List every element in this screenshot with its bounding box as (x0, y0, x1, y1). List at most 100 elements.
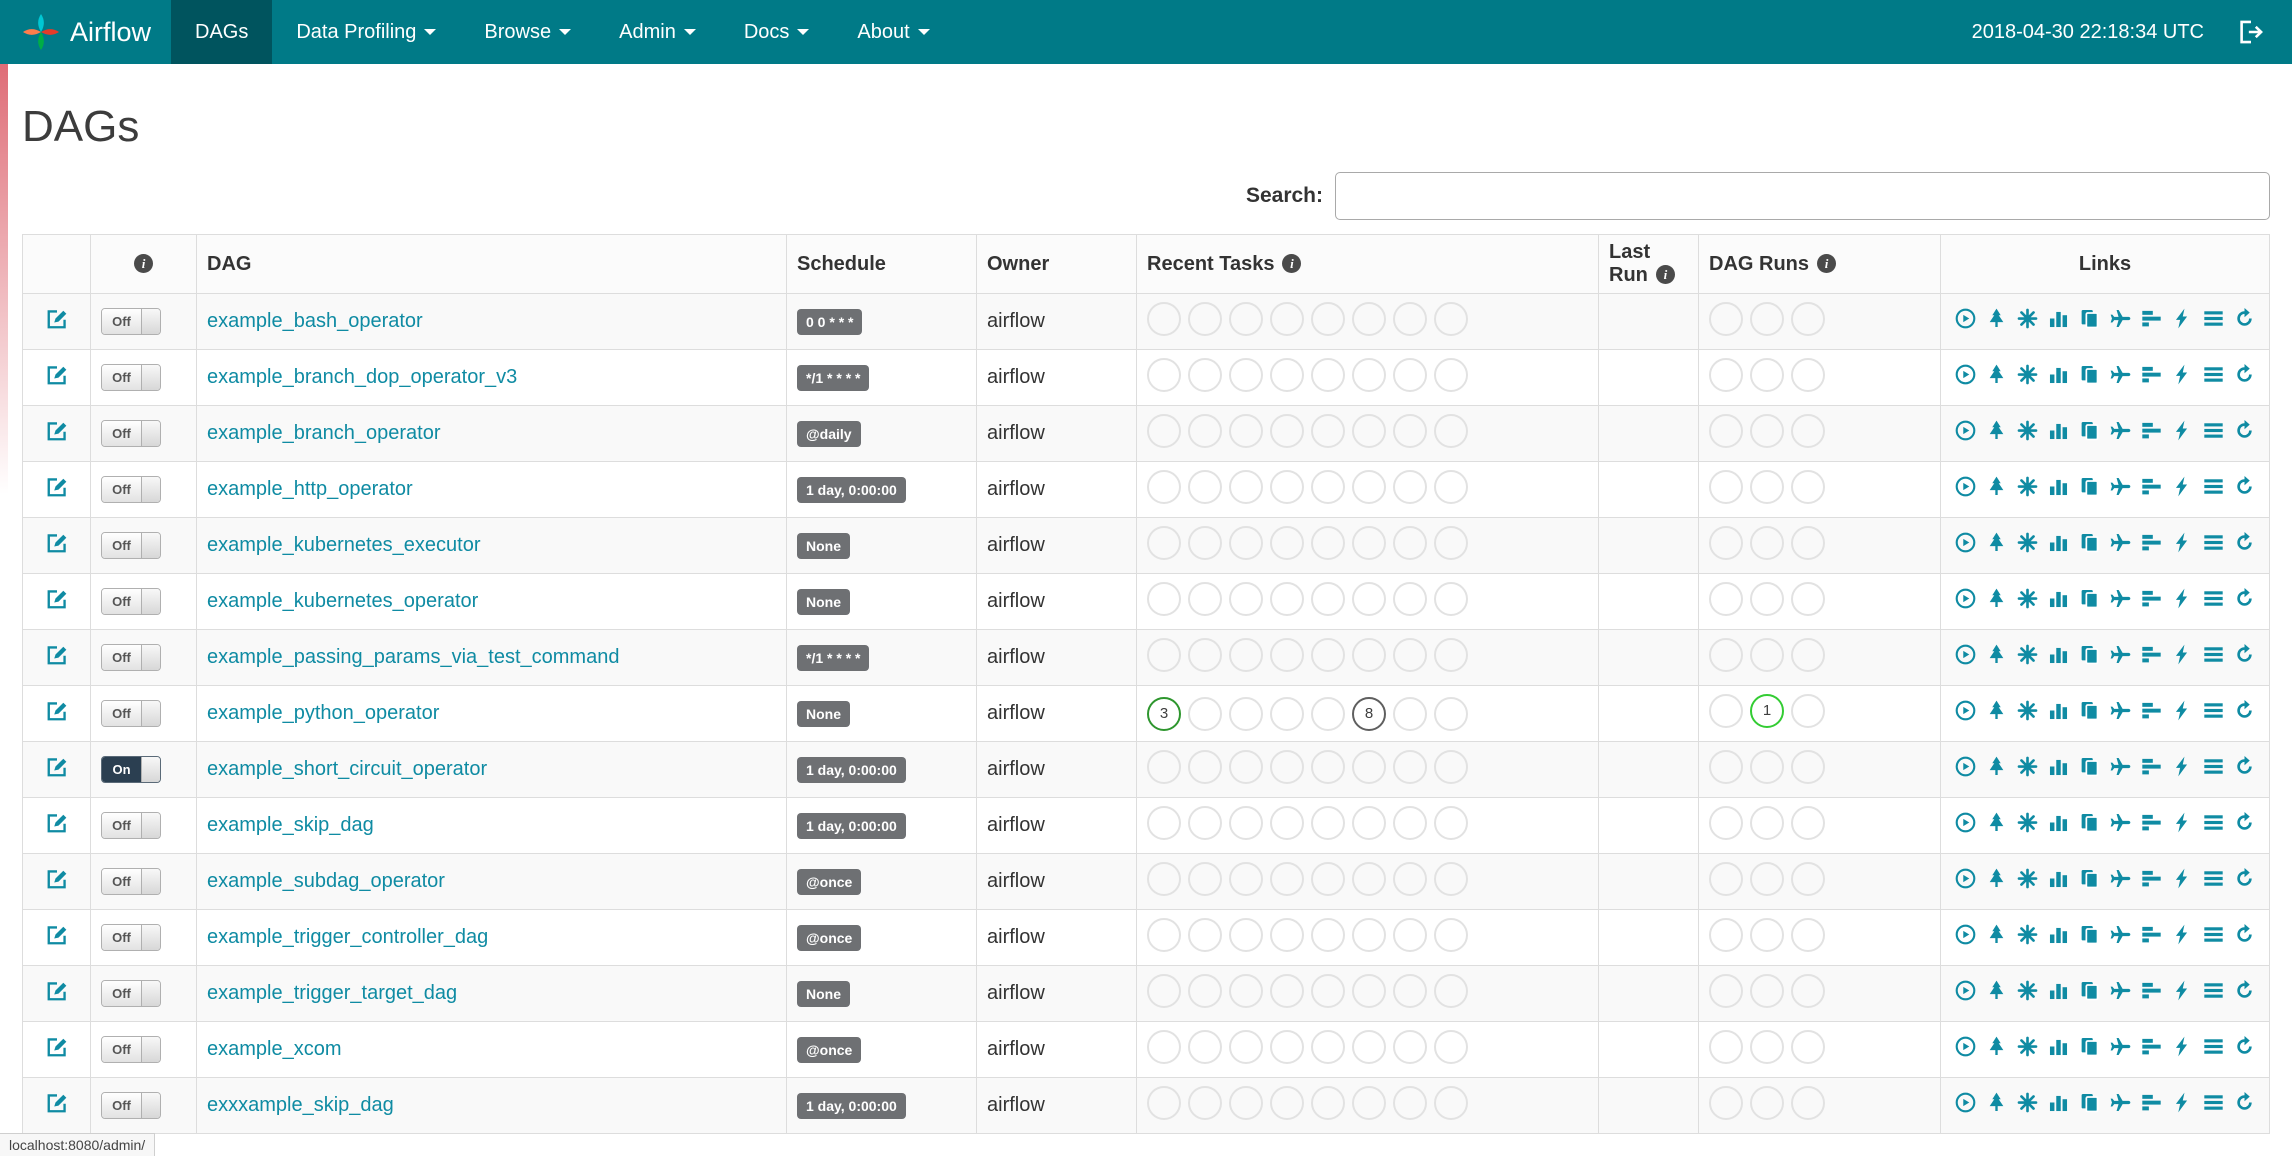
lightning-icon[interactable] (2172, 700, 2193, 721)
state-circle[interactable] (1791, 861, 1825, 896)
state-circle[interactable] (1147, 637, 1181, 672)
dag-link[interactable]: example_python_operator (207, 702, 439, 724)
state-circle[interactable] (1229, 301, 1263, 336)
state-circle[interactable] (1393, 525, 1427, 560)
state-circle[interactable] (1311, 413, 1345, 448)
state-circle[interactable] (1229, 581, 1263, 616)
graph-icon[interactable] (2017, 756, 2038, 777)
play-circle-icon[interactable] (1955, 1092, 1976, 1113)
list-icon[interactable] (2203, 980, 2224, 1001)
state-circle[interactable] (1188, 357, 1222, 392)
edit-dag-icon[interactable] (46, 700, 68, 722)
state-circle[interactable] (1229, 413, 1263, 448)
nav-item-docs[interactable]: Docs (720, 0, 834, 64)
edit-dag-icon[interactable] (46, 1036, 68, 1058)
gantt-icon[interactable] (2141, 588, 2162, 609)
state-circle[interactable] (1311, 861, 1345, 896)
search-input[interactable] (1335, 172, 2270, 220)
plane-icon[interactable] (2110, 924, 2131, 945)
bar-chart-icon[interactable] (2048, 308, 2069, 329)
edit-dag-icon[interactable] (46, 308, 68, 330)
state-circle[interactable] (1393, 973, 1427, 1008)
play-circle-icon[interactable] (1955, 756, 1976, 777)
lightning-icon[interactable] (2172, 420, 2193, 441)
state-circle[interactable] (1147, 973, 1181, 1008)
refresh-icon[interactable] (2234, 1092, 2255, 1113)
state-circle[interactable] (1352, 525, 1386, 560)
state-circle[interactable] (1311, 805, 1345, 840)
state-circle[interactable] (1791, 637, 1825, 672)
pause-toggle[interactable]: Off (101, 700, 161, 727)
state-circle[interactable] (1709, 469, 1743, 504)
state-circle[interactable] (1750, 301, 1784, 336)
dag-link[interactable]: example_kubernetes_executor (207, 534, 481, 556)
gantt-icon[interactable] (2141, 1092, 2162, 1113)
state-circle[interactable] (1791, 805, 1825, 840)
graph-icon[interactable] (2017, 980, 2038, 1001)
bar-chart-icon[interactable] (2048, 812, 2069, 833)
dag-link[interactable]: example_branch_dop_operator_v3 (207, 366, 517, 388)
nav-item-data-profiling[interactable]: Data Profiling (272, 0, 460, 64)
copy-icon[interactable] (2079, 532, 2100, 553)
edit-dag-icon[interactable] (46, 588, 68, 610)
state-circle[interactable] (1352, 1085, 1386, 1120)
state-circle[interactable] (1709, 581, 1743, 616)
state-circle[interactable] (1393, 301, 1427, 336)
copy-icon[interactable] (2079, 1092, 2100, 1113)
pause-toggle[interactable]: Off (101, 532, 161, 559)
bar-chart-icon[interactable] (2048, 1036, 2069, 1057)
copy-icon[interactable] (2079, 812, 2100, 833)
schedule-badge[interactable]: */1 * * * * (797, 364, 870, 391)
edit-dag-icon[interactable] (46, 924, 68, 946)
list-icon[interactable] (2203, 1036, 2224, 1057)
plane-icon[interactable] (2110, 812, 2131, 833)
list-icon[interactable] (2203, 644, 2224, 665)
bar-chart-icon[interactable] (2048, 756, 2069, 777)
state-circle[interactable] (1311, 469, 1345, 504)
state-circle[interactable] (1270, 805, 1304, 840)
copy-icon[interactable] (2079, 644, 2100, 665)
play-circle-icon[interactable] (1955, 476, 1976, 497)
lightning-icon[interactable] (2172, 644, 2193, 665)
dag-link[interactable]: example_short_circuit_operator (207, 758, 487, 780)
state-circle[interactable] (1188, 469, 1222, 504)
state-circle[interactable] (1188, 301, 1222, 336)
pause-toggle[interactable]: On (101, 756, 161, 783)
pause-toggle[interactable]: Off (101, 924, 161, 951)
dag-link[interactable]: example_xcom (207, 1038, 342, 1060)
graph-icon[interactable] (2017, 420, 2038, 441)
lightning-icon[interactable] (2172, 1036, 2193, 1057)
copy-icon[interactable] (2079, 588, 2100, 609)
state-circle[interactable] (1311, 696, 1345, 731)
state-circle[interactable] (1147, 525, 1181, 560)
state-circle[interactable] (1147, 469, 1181, 504)
state-circle[interactable] (1311, 301, 1345, 336)
schedule-badge[interactable]: 1 day, 0:00:00 (797, 812, 906, 839)
state-circle[interactable] (1709, 637, 1743, 672)
edit-dag-icon[interactable] (46, 532, 68, 554)
gantt-icon[interactable] (2141, 644, 2162, 665)
refresh-icon[interactable] (2234, 756, 2255, 777)
edit-dag-icon[interactable] (46, 364, 68, 386)
copy-icon[interactable] (2079, 756, 2100, 777)
state-circle[interactable] (1311, 749, 1345, 784)
plane-icon[interactable] (2110, 308, 2131, 329)
tree-icon[interactable] (1986, 756, 2007, 777)
state-circle[interactable] (1393, 749, 1427, 784)
edit-dag-icon[interactable] (46, 420, 68, 442)
copy-icon[interactable] (2079, 308, 2100, 329)
state-circle[interactable] (1750, 973, 1784, 1008)
list-icon[interactable] (2203, 364, 2224, 385)
pause-toggle[interactable]: Off (101, 364, 161, 391)
bar-chart-icon[interactable] (2048, 644, 2069, 665)
state-circle[interactable] (1229, 357, 1263, 392)
gantt-icon[interactable] (2141, 812, 2162, 833)
state-circle[interactable] (1188, 917, 1222, 952)
refresh-icon[interactable] (2234, 532, 2255, 553)
tree-icon[interactable] (1986, 700, 2007, 721)
list-icon[interactable] (2203, 812, 2224, 833)
gantt-icon[interactable] (2141, 868, 2162, 889)
bar-chart-icon[interactable] (2048, 420, 2069, 441)
refresh-icon[interactable] (2234, 644, 2255, 665)
state-circle[interactable] (1709, 973, 1743, 1008)
